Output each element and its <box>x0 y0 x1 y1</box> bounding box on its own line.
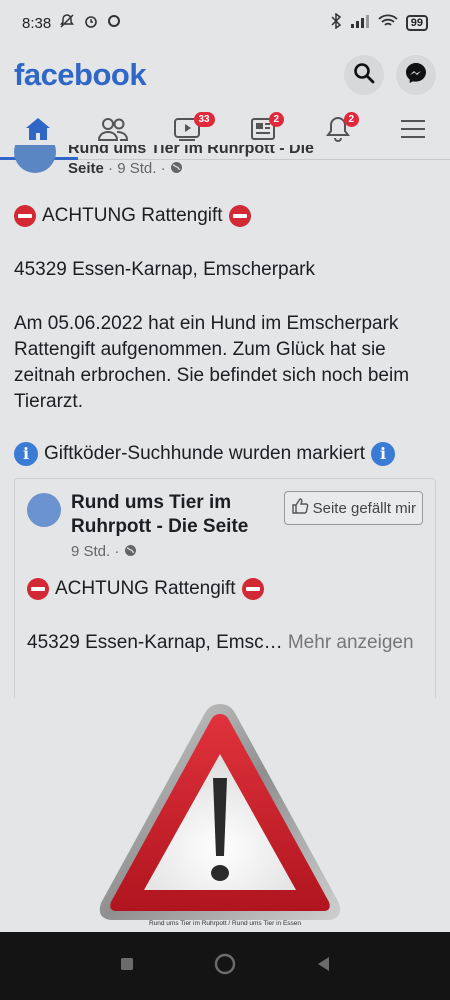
thumbs-up-icon <box>291 497 309 519</box>
clock: 8:38 <box>22 14 52 32</box>
shared-headline: ACHTUNG Rattengift <box>55 578 236 599</box>
post-header: Rund ums Tier im Ruhrpott - Die Seite · … <box>0 145 450 189</box>
post-body: ACHTUNG Rattengift 45329 Essen-Karnap, E… <box>0 203 450 467</box>
home-button[interactable] <box>214 953 236 980</box>
pages-badge: 2 <box>268 111 285 127</box>
info-icon: i <box>371 442 396 466</box>
avatar[interactable] <box>14 145 56 173</box>
post-location: 45329 Essen-Karnap, Emscherpark <box>14 259 315 280</box>
app-bar: facebook <box>0 46 450 104</box>
mute-icon <box>59 13 75 33</box>
image-caption: Rund ums Tier im Ruhrpott / Rund ums Tie… <box>148 920 302 927</box>
shared-post-time[interactable]: 9 Std. <box>71 543 110 560</box>
no-entry-icon <box>27 578 49 600</box>
home-icon <box>24 116 52 147</box>
signal-icon <box>350 14 370 32</box>
post-time[interactable]: 9 Std. <box>117 160 156 177</box>
post-author[interactable]: Rund ums Tier im Ruhrpott - Die <box>68 145 436 159</box>
shared-post-header: Rund ums Tier im Ruhrpott - Die Seite Se… <box>15 479 435 539</box>
menu-icon <box>400 118 426 145</box>
recent-apps-button[interactable] <box>119 956 135 977</box>
battery-indicator: 99 <box>405 15 428 31</box>
status-bar: 8:38 99 <box>0 0 450 46</box>
facebook-logo[interactable]: facebook <box>14 57 147 93</box>
watch-badge: 33 <box>193 111 215 127</box>
post-meta: Seite · 9 Std. · <box>68 159 436 179</box>
search-icon <box>353 62 375 89</box>
messenger-button[interactable] <box>396 55 436 95</box>
shared-post-card[interactable]: Rund ums Tier im Ruhrpott - Die Seite Se… <box>14 478 436 698</box>
shared-excerpt: 45329 Essen-Karnap, Emsc… <box>27 632 283 653</box>
no-entry-icon <box>241 578 264 600</box>
globe-icon <box>170 160 183 177</box>
shared-excerpt-block: 45329 Essen-Karnap, Emsc… Mehr anzeigen <box>27 630 423 656</box>
circle-status-icon <box>107 14 121 32</box>
warning-sign-image[interactable] <box>95 698 345 930</box>
shared-headline-line: ACHTUNG Rattengift <box>27 576 423 602</box>
like-page-button[interactable]: Seite gefällt mir <box>283 491 423 525</box>
shared-post-body: ACHTUNG Rattengift 45329 Essen-Karnap, E… <box>15 576 435 656</box>
messenger-icon <box>404 61 428 90</box>
feed-post: Rund ums Tier im Ruhrpott - Die Seite · … <box>0 145 450 467</box>
friends-icon <box>97 116 129 147</box>
wifi-icon <box>378 14 398 32</box>
post-info-line: i Giftköder-Suchhunde wurden markiert i <box>14 441 436 467</box>
system-nav-bar <box>0 932 450 1000</box>
post-paragraph: Am 05.06.2022 hat ein Hund im Emscherpar… <box>14 313 410 412</box>
shared-page-name[interactable]: Rund ums Tier im Ruhrpott - Die Seite <box>71 491 271 539</box>
no-entry-icon <box>14 205 36 227</box>
post-author-tail[interactable]: Seite <box>68 160 104 177</box>
notifications-badge: 2 <box>343 111 360 127</box>
post-headline: ACHTUNG Rattengift <box>42 205 223 226</box>
search-button[interactable] <box>344 55 384 95</box>
warning-triangle-icon <box>99 704 341 920</box>
alarm-icon <box>83 13 99 33</box>
post-headline-line: ACHTUNG Rattengift <box>14 203 436 229</box>
back-button[interactable] <box>315 955 331 978</box>
info-icon: i <box>14 442 38 466</box>
no-entry-icon <box>228 205 251 227</box>
bluetooth-icon <box>330 12 342 33</box>
avatar[interactable] <box>27 493 61 527</box>
like-page-label: Seite gefällt mir <box>312 499 416 517</box>
see-more-link[interactable]: Mehr anzeigen <box>288 632 414 653</box>
post-info-text: Giftköder-Suchhunde wurden markiert <box>44 443 366 464</box>
globe-icon <box>124 543 137 560</box>
shared-post-meta: 9 Std. · <box>15 543 435 560</box>
